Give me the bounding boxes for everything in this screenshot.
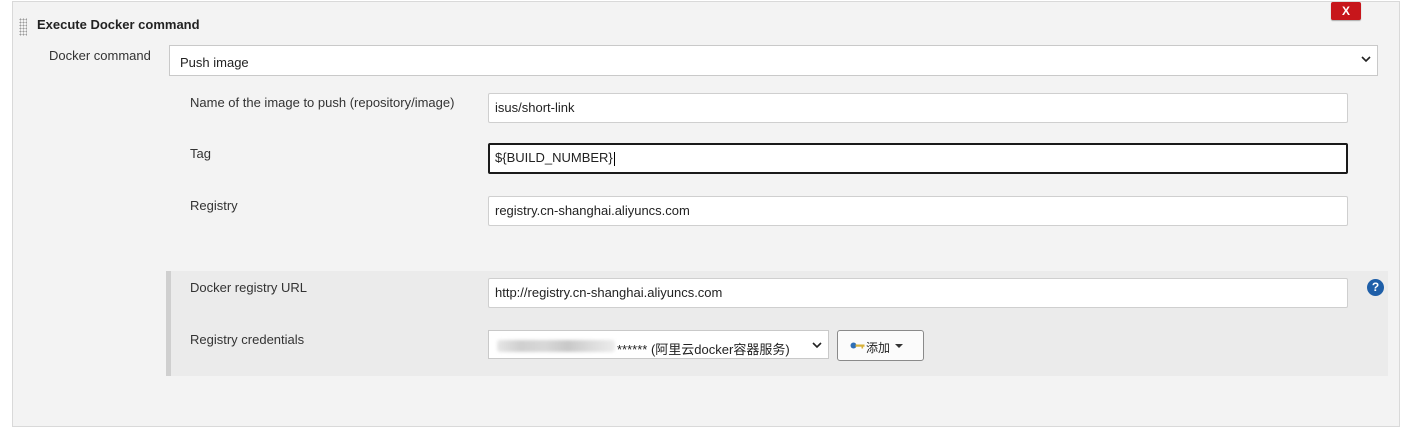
- docker-registry-url-label: Docker registry URL: [190, 280, 308, 295]
- docker-registry-url-value: http://registry.cn-shanghai.aliyuncs.com: [495, 285, 723, 300]
- registry-credentials-label: Registry credentials: [190, 332, 305, 347]
- drag-handle-icon[interactable]: [19, 18, 27, 36]
- text-caret: [613, 151, 615, 166]
- docker-command-value: Push image: [180, 55, 249, 70]
- registry-label: Registry: [190, 198, 238, 213]
- tag-label: Tag: [190, 146, 211, 161]
- docker-command-label: Docker command: [49, 48, 151, 63]
- key-icon: [850, 342, 865, 349]
- docker-registry-url-input[interactable]: http://registry.cn-shanghai.aliyuncs.com: [488, 278, 1348, 308]
- image-name-label: Name of the image to push (repository/im…: [190, 95, 455, 110]
- chevron-down-icon: [1361, 56, 1371, 63]
- add-credentials-label: 添加: [866, 341, 891, 355]
- close-button[interactable]: X: [1331, 2, 1361, 20]
- section-title: Execute Docker command: [37, 17, 200, 32]
- redacted-username: [497, 340, 615, 352]
- tag-input[interactable]: ${BUILD_NUMBER}: [488, 143, 1348, 174]
- registry-input[interactable]: registry.cn-shanghai.aliyuncs.com: [488, 196, 1348, 226]
- registry-credentials-value: ****** (阿里云docker容器服务): [617, 342, 790, 357]
- add-credentials-button[interactable]: 添加: [837, 330, 924, 361]
- registry-value: registry.cn-shanghai.aliyuncs.com: [495, 203, 690, 218]
- caret-down-icon: [895, 344, 903, 348]
- registry-credentials-select[interactable]: ****** (阿里云docker容器服务): [488, 330, 829, 359]
- image-name-value: isus/short-link: [495, 100, 575, 115]
- image-name-input[interactable]: isus/short-link: [488, 93, 1348, 123]
- help-icon[interactable]: ?: [1367, 279, 1384, 296]
- chevron-down-icon: [812, 342, 822, 349]
- tag-value: ${BUILD_NUMBER}: [495, 150, 613, 165]
- docker-command-select[interactable]: Push image: [169, 45, 1378, 76]
